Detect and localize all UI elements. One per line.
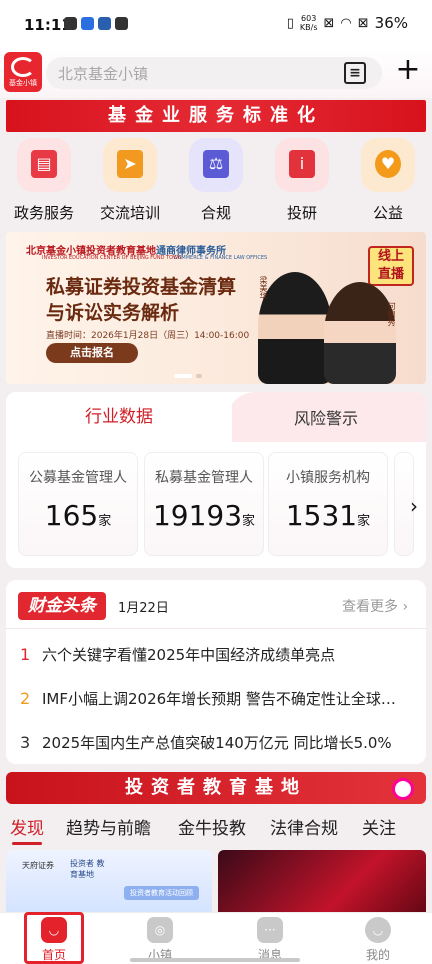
network-speed: 603 KB/s <box>299 14 318 32</box>
stat-public-fund-managers[interactable]: 公募基金管理人 165家 <box>18 452 138 556</box>
tab-risk-warning[interactable]: 风险警示 <box>226 392 426 442</box>
stat-private-fund-managers[interactable]: 私募基金管理人 19193家 <box>144 452 264 556</box>
service-standard-banner[interactable]: 基金业服务标准化 <box>6 100 426 132</box>
nfc-icon: ⊠ <box>323 15 335 31</box>
app-notification-icon <box>81 17 94 30</box>
news-title: 2025年国内生产总值突破140万亿元 同比增长5.0% <box>42 734 392 752</box>
speaker-name: 梁美华 <box>259 276 268 300</box>
tab-trends[interactable]: 趋势与前瞻 <box>66 814 151 839</box>
promo-title-line2: 与诉讼实务解析 <box>46 302 180 324</box>
battery-percent: 36% <box>374 14 408 32</box>
quick-link-label: 公益 <box>372 204 403 222</box>
active-tab-indicator <box>12 842 42 845</box>
headlines-brand: 财金头条 <box>18 592 106 620</box>
logo-mark-icon <box>11 57 35 77</box>
news-item[interactable]: 3 2025年国内生产总值突破140万亿元 同比增长5.0% <box>20 732 424 753</box>
quick-link-training[interactable]: ➤ 交流培训 <box>90 138 170 223</box>
view-more-link[interactable]: 查看更多 › <box>342 596 408 616</box>
status-bar: 11:11 ▯ 603 KB/s ⊠ ◠ ⊠ 36% <box>0 0 432 50</box>
finance-headlines: 财金头条 1月22日 查看更多 › 1 六个关键字看懂2025年中国经济成绩单亮点… <box>6 580 426 764</box>
news-item[interactable]: 1 六个关键字看懂2025年中国经济成绩单亮点 <box>20 644 424 665</box>
news-rank: 1 <box>20 645 31 664</box>
gesture-bar <box>130 958 300 962</box>
document-person-icon: ▤ <box>17 138 71 192</box>
app-notification-icon <box>64 17 77 30</box>
stat-label: 公募基金管理人 <box>29 470 127 486</box>
app-notification-icon <box>115 17 128 30</box>
nav-messages[interactable]: ··· 消息 <box>240 913 300 964</box>
search-input[interactable]: 北京基金小镇 <box>46 57 382 89</box>
tab-industry-data[interactable]: 行业数据 <box>6 392 232 442</box>
tab-follow[interactable]: 关注 <box>362 814 396 839</box>
register-button[interactable]: 点击报名 <box>46 343 138 363</box>
live-badge: 线上 直播 <box>368 246 414 286</box>
stat-value: 1531家 <box>285 499 371 532</box>
notification-icons <box>64 17 128 30</box>
blackboard-icon: ➤ <box>103 138 157 192</box>
app-logo: 基金小镇 <box>4 52 42 92</box>
profile-icon: ◡ <box>365 917 391 943</box>
news-rank: 2 <box>20 689 31 708</box>
quick-link-gov-service[interactable]: ▤ 政务服务 <box>4 138 84 223</box>
quick-link-research[interactable]: i 投研 <box>262 138 342 223</box>
quick-link-label: 政务服务 <box>13 204 74 222</box>
organizer-right-sub: COMMERCE & FINANCE LAW OFFICES <box>174 255 268 261</box>
promo-date: 直播时间：2026年1月28日（周三）14:00-16:00 <box>46 331 250 341</box>
promo-title-line1: 私募证券投资基金清算 <box>46 276 237 298</box>
news-title: 六个关键字看懂2025年中国经济成绩单亮点 <box>42 646 336 664</box>
ball-icon <box>392 778 414 800</box>
book-info-icon: i <box>275 138 329 192</box>
logo-text: 基金小镇 <box>9 79 37 87</box>
carousel-dot <box>196 374 202 378</box>
speaker-photo <box>258 272 332 384</box>
card-button: 投资者教育活动回顾 <box>124 886 199 900</box>
wifi-icon: ◠ <box>340 15 352 31</box>
card-tag: 投资者 教育基地 <box>70 859 105 879</box>
stat-label: 小镇服务机构 <box>286 470 370 486</box>
tab-legal-compliance[interactable]: 法律合规 <box>270 814 338 839</box>
stat-value: 19193家 <box>152 499 256 532</box>
investor-education-banner[interactable]: 投资者教育基地 <box>6 772 426 804</box>
add-button[interactable]: + <box>388 50 428 90</box>
news-item[interactable]: 2 IMF小幅上调2026年增长预期 警告不确定性让全球… <box>20 688 424 709</box>
quick-link-label: 交流培训 <box>99 204 160 222</box>
speaker-photo <box>324 282 396 384</box>
headlines-date: 1月22日 <box>118 601 169 616</box>
industry-data-card: 风险警示 行业数据 公募基金管理人 165家 私募基金管理人 19193家 小镇… <box>6 392 426 568</box>
heart-icon: ♥ <box>361 138 415 192</box>
carousel-dot-active <box>174 374 192 378</box>
news-title: IMF小幅上调2026年增长预期 警告不确定性让全球… <box>42 690 396 708</box>
tab-golden-bull[interactable]: 金牛投教 <box>178 814 246 839</box>
quick-link-compliance[interactable]: ⚖ 合规 <box>176 138 256 223</box>
quick-link-label: 投研 <box>286 204 317 222</box>
nav-town[interactable]: ◎ 小镇 <box>130 913 190 964</box>
quick-link-charity[interactable]: ♥ 公益 <box>348 138 428 223</box>
divider <box>6 628 426 629</box>
news-rank: 3 <box>20 733 31 752</box>
stat-value: 165家 <box>44 499 112 532</box>
promo-banner[interactable]: 北京基金小镇投资者教育基地 INVESTOR EDUCATION CENTER … <box>6 232 426 384</box>
scale-shield-icon: ⚖ <box>189 138 243 192</box>
signal-icon: ⊠ <box>357 15 369 31</box>
vibrate-icon: ▯ <box>286 15 294 31</box>
nav-label: 我的 <box>365 948 390 962</box>
chevron-right-icon[interactable]: › <box>410 494 418 518</box>
tab-discover[interactable]: 发现 <box>10 814 44 839</box>
town-icon: ◎ <box>147 917 173 943</box>
app-notification-icon <box>98 17 111 30</box>
speaker-name: 何锦秀 <box>387 302 396 326</box>
card-brand: 天府证券 <box>22 861 54 870</box>
nav-profile[interactable]: ◡ 我的 <box>348 913 408 964</box>
scan-icon[interactable]: ≡ <box>344 62 366 84</box>
stat-label: 私募基金管理人 <box>155 470 253 486</box>
stat-town-institutions[interactable]: 小镇服务机构 1531家 <box>268 452 388 556</box>
home-selection-frame <box>24 912 84 964</box>
message-icon: ··· <box>257 917 283 943</box>
quick-link-label: 合规 <box>200 204 231 222</box>
